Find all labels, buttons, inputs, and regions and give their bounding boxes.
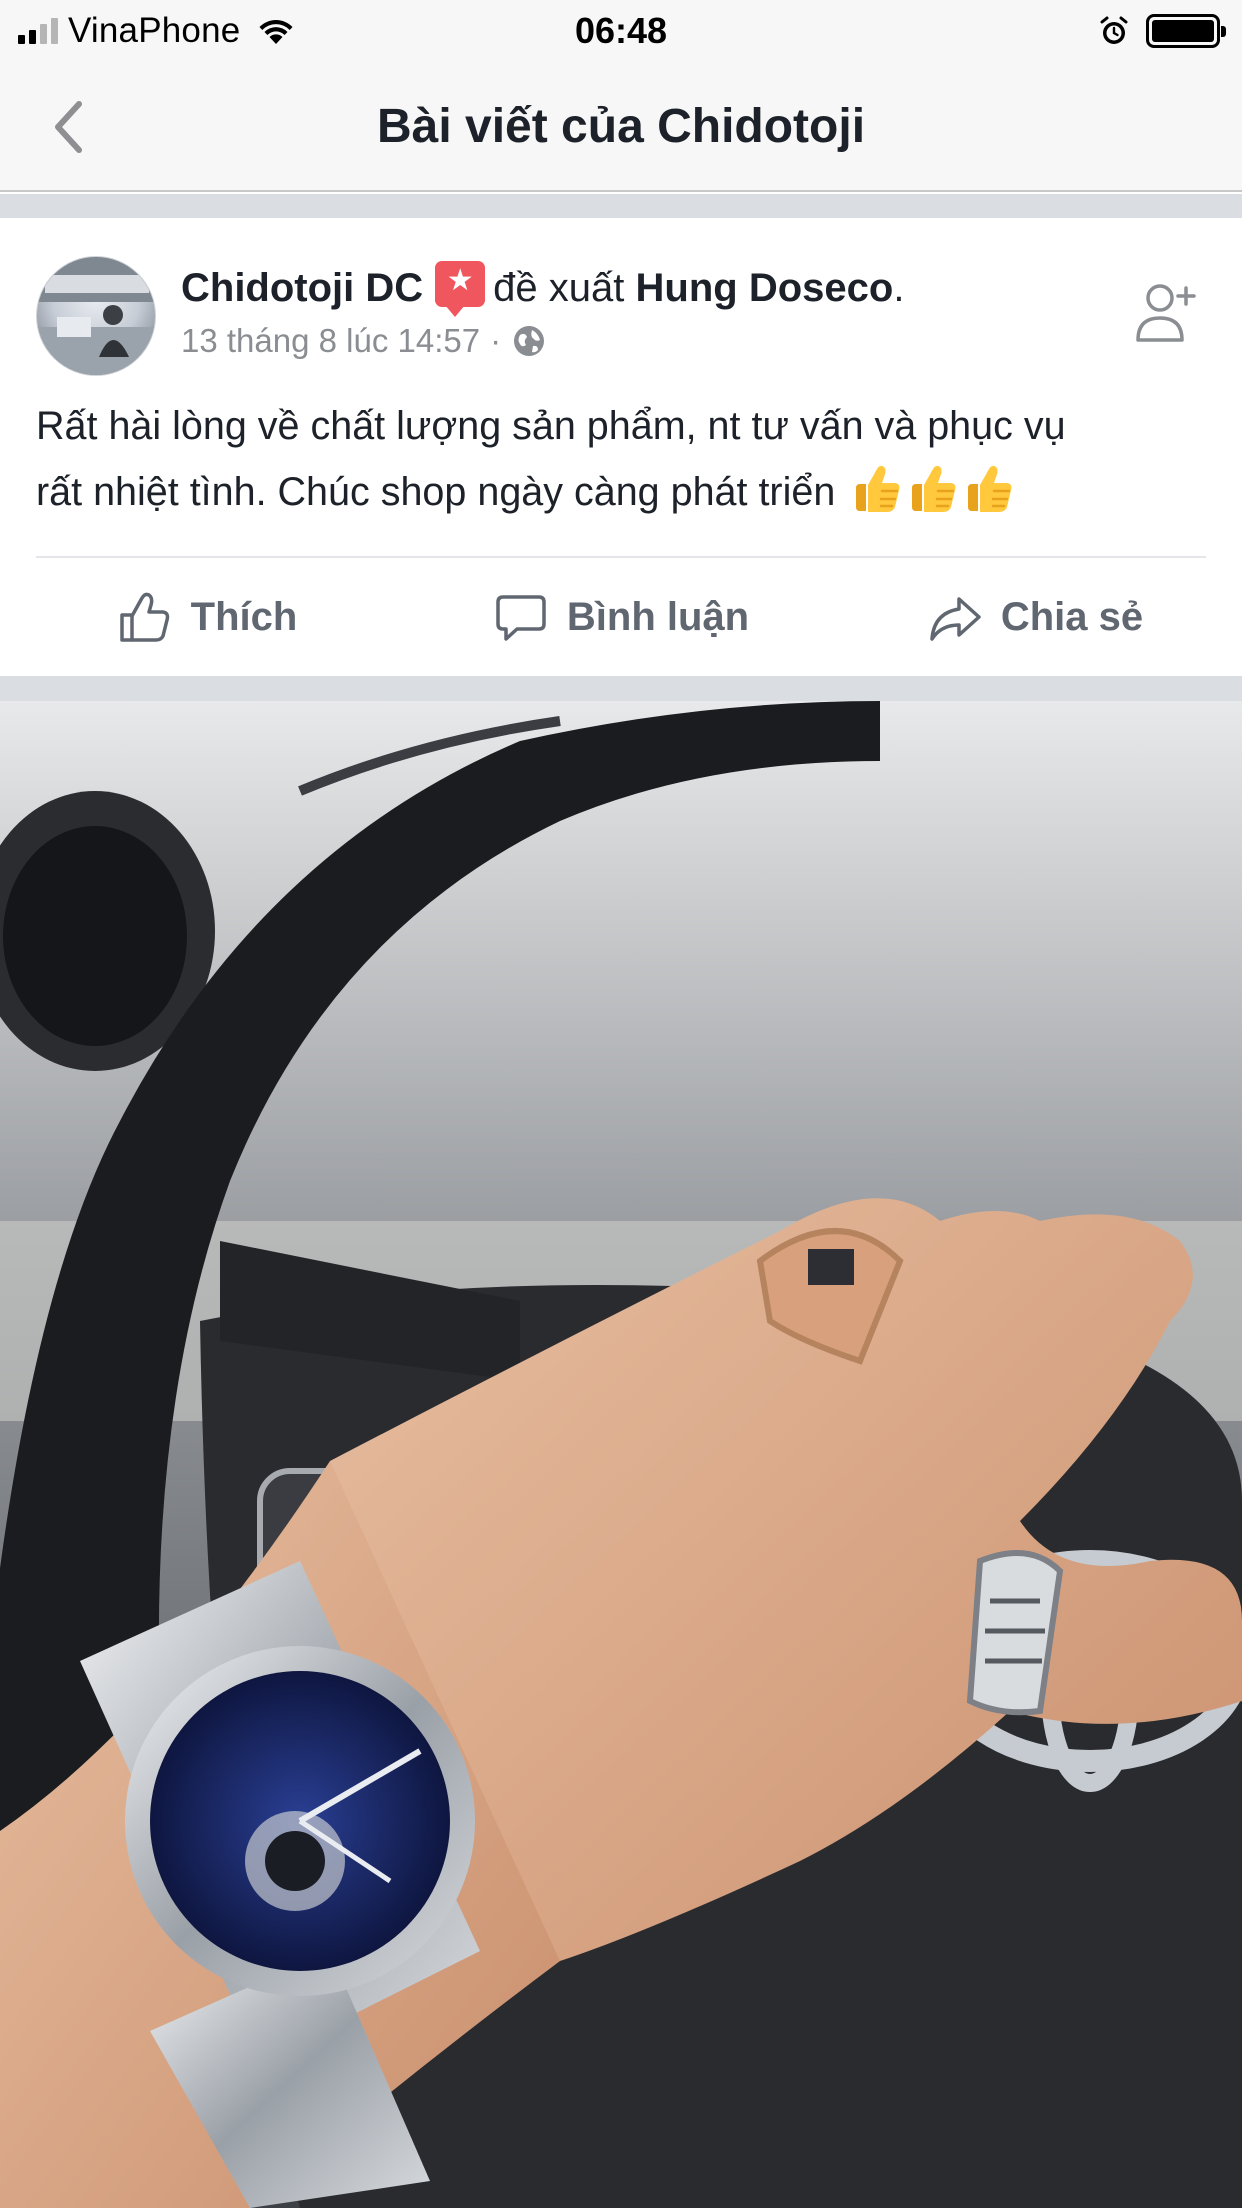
target-page-name[interactable]: Hung Doseco: [636, 266, 894, 310]
post-text-line-1: Rất hài lòng về chất lượng sản phẩm, nt …: [36, 404, 1066, 448]
signal-strength-icon: [18, 18, 58, 44]
recommend-badge-icon: [435, 261, 486, 317]
thumbs-up-emoji-icon: [912, 465, 956, 512]
share-label: Chia sẻ: [1000, 594, 1144, 639]
post-header-text: Chidotoji DC đề xuất Hung Doseco. 13 thán…: [181, 260, 1102, 360]
alarm-icon: [1098, 15, 1130, 47]
post-verb: đề xuất: [493, 266, 625, 310]
chevron-left-icon: [55, 101, 82, 153]
emoji-row: [850, 461, 1016, 517]
status-right: [1098, 14, 1226, 48]
carrier-name: VinaPhone: [68, 11, 241, 50]
avatar[interactable]: [36, 256, 156, 376]
comment-label: Bình luận: [566, 594, 750, 639]
like-button[interactable]: Thích: [0, 558, 414, 676]
target-suffix: .: [893, 266, 905, 310]
post-text-line-2: rất nhiệt tình. Chúc shop ngày càng phát…: [36, 459, 1206, 525]
add-friend-icon: [1136, 284, 1196, 342]
author-line: Chidotoji DC đề xuất Hung Doseco.: [181, 260, 1102, 317]
thumbs-up-emoji-icon: [968, 465, 1012, 512]
thumbs-up-icon: [119, 592, 169, 642]
like-label: Thích: [190, 594, 298, 639]
post-photo[interactable]: +: [0, 701, 1242, 2208]
page-title: Bài viết của Chidotoji: [376, 99, 866, 153]
author-name[interactable]: Chidotoji DC: [181, 266, 423, 310]
status-left: VinaPhone: [18, 11, 296, 51]
meta-separator: ·: [490, 322, 502, 359]
post-header: Chidotoji DC đề xuất Hung Doseco. 13 thán…: [0, 220, 1242, 390]
battery-icon: [1146, 14, 1226, 48]
post-meta: 13 tháng 8 lúc 14:57 ·: [181, 322, 1102, 360]
globe-icon: [511, 323, 547, 359]
section-divider-top: [0, 194, 1242, 218]
battery-fill: [1152, 20, 1214, 42]
section-divider-bottom: [0, 676, 1242, 701]
wifi-icon: [256, 16, 296, 46]
post-actions: Thích Bình luận Chia sẻ: [0, 558, 1242, 676]
post-text-line-2-text: rất nhiệt tình. Chúc shop ngày càng phát…: [36, 470, 836, 514]
post-photo-image: +: [0, 701, 1242, 2208]
add-friend-button[interactable]: [1134, 280, 1198, 346]
thumbs-up-emoji-icon: [856, 465, 900, 512]
share-button[interactable]: Chia sẻ: [828, 558, 1242, 676]
comment-icon: [496, 595, 546, 641]
post-body: Rất hài lòng về chất lượng sản phẩm, nt …: [36, 393, 1206, 525]
comment-button[interactable]: Bình luận: [414, 558, 828, 676]
navigation-bar: Bài viết của Chidotoji: [0, 62, 1242, 192]
post-timestamp[interactable]: 13 tháng 8 lúc 14:57: [181, 322, 480, 360]
status-bar: VinaPhone 06:48: [0, 0, 1242, 62]
share-icon: [930, 597, 981, 641]
back-button[interactable]: [38, 92, 98, 162]
